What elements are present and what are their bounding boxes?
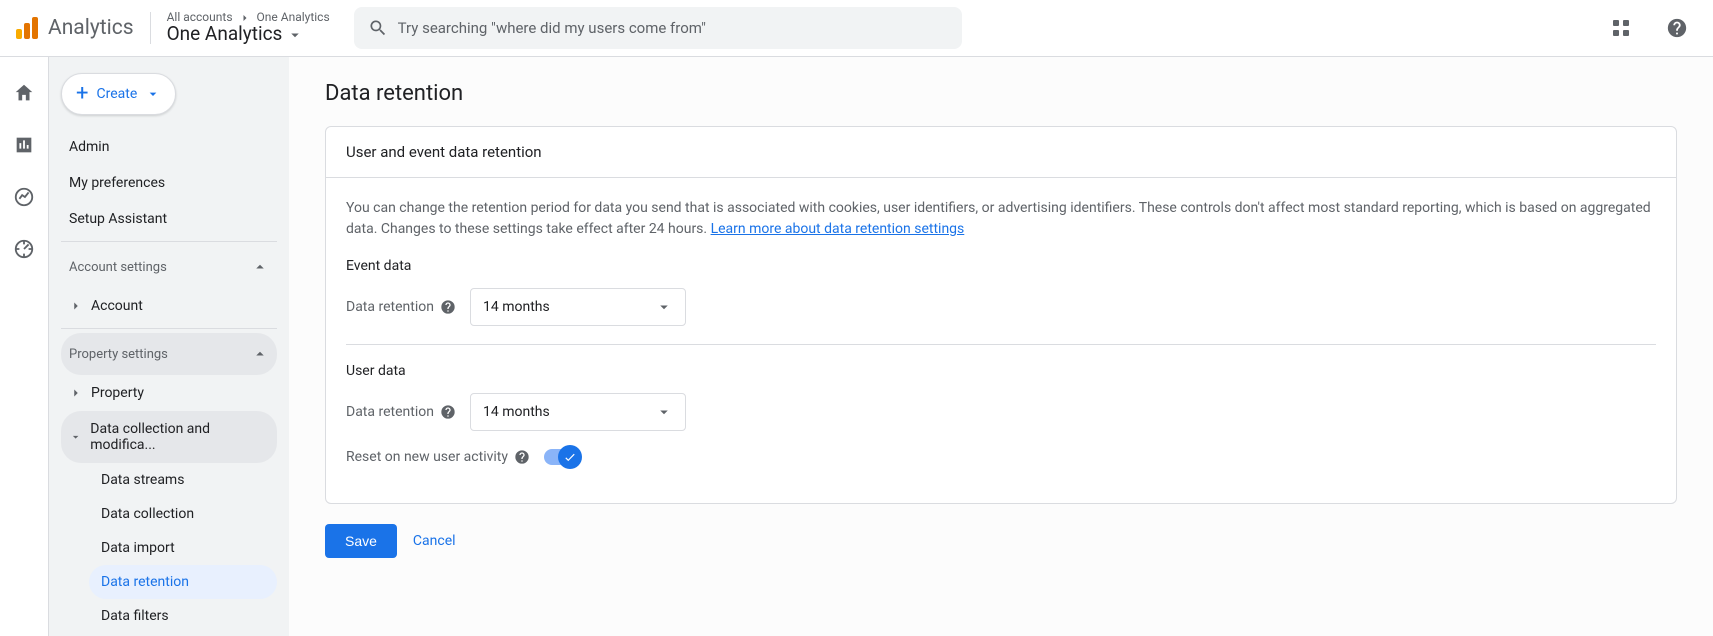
user-retention-select[interactable]: 14 months xyxy=(470,393,686,431)
sidebar-item-admin[interactable]: Admin xyxy=(61,129,277,165)
brand: Analytics xyxy=(16,16,134,40)
left-rail xyxy=(0,57,49,636)
chevron-up-icon xyxy=(251,258,269,276)
home-icon xyxy=(13,82,35,104)
reset-activity-row: Reset on new user activity xyxy=(346,449,1656,465)
sidebar-sub-data-import[interactable]: Data import xyxy=(89,531,277,565)
create-button[interactable]: + Create xyxy=(61,73,176,115)
learn-more-link[interactable]: Learn more about data retention settings xyxy=(711,221,965,237)
save-button[interactable]: Save xyxy=(325,524,397,558)
sidebar-section-account-settings[interactable]: Account settings xyxy=(61,246,277,288)
caret-down-icon xyxy=(655,298,673,316)
rail-advertising[interactable] xyxy=(12,237,36,261)
sidebar-item-label: Data collection and modifica... xyxy=(90,421,269,453)
page-title: Data retention xyxy=(325,81,1677,106)
event-data-section-label: Event data xyxy=(346,258,1656,274)
caret-down-icon xyxy=(69,430,82,444)
description-text: You can change the retention period for … xyxy=(346,200,1651,237)
field-label: Data retention xyxy=(346,404,434,420)
sidebar-item-account[interactable]: Account xyxy=(61,288,277,324)
sidebar-item-property[interactable]: Property xyxy=(61,375,277,411)
reset-activity-toggle[interactable] xyxy=(544,449,578,465)
search-icon xyxy=(368,18,388,38)
admin-sidebar: + Create Admin My preferences Setup Assi… xyxy=(49,57,289,636)
select-value: 14 months xyxy=(483,404,550,420)
caret-down-icon xyxy=(286,26,304,44)
caret-right-icon xyxy=(69,299,83,313)
rail-home[interactable] xyxy=(12,81,36,105)
sidebar-item-data-collection[interactable]: Data collection and modifica... xyxy=(61,411,277,463)
sidebar-item-label: Property xyxy=(91,385,144,401)
user-data-section-label: User data xyxy=(346,363,1656,379)
sidebar-item-setup[interactable]: Setup Assistant xyxy=(61,201,277,237)
rail-explore[interactable] xyxy=(12,185,36,209)
create-label: Create xyxy=(96,86,137,102)
sidebar-item-label: Account xyxy=(91,298,143,314)
target-icon xyxy=(13,238,35,260)
section-label: Account settings xyxy=(69,260,167,275)
section-label: Property settings xyxy=(69,347,168,362)
cancel-button[interactable]: Cancel xyxy=(413,533,456,549)
card-title: User and event data retention xyxy=(326,127,1676,178)
top-bar: Analytics All accounts One Analytics One… xyxy=(0,0,1713,57)
help-icon xyxy=(1666,17,1688,39)
sidebar-sub-data-retention[interactable]: Data retention xyxy=(89,565,277,599)
field-label: Reset on new user activity xyxy=(346,449,508,465)
sidebar-subitems: Data streams Data collection Data import… xyxy=(61,463,277,633)
check-icon xyxy=(563,450,577,464)
event-retention-row: Data retention 14 months xyxy=(346,288,1656,326)
apps-icon xyxy=(1613,20,1629,36)
divider xyxy=(61,328,277,329)
caret-right-icon xyxy=(69,386,83,400)
apps-button[interactable] xyxy=(1601,8,1641,48)
search-placeholder: Try searching "where did my users come f… xyxy=(398,19,706,37)
sidebar-item-preferences[interactable]: My preferences xyxy=(61,165,277,201)
sidebar-section-property-settings[interactable]: Property settings xyxy=(61,333,277,375)
divider xyxy=(346,344,1656,345)
trend-icon xyxy=(13,186,35,208)
sidebar-sub-data-streams[interactable]: Data streams xyxy=(89,463,277,497)
search-input[interactable]: Try searching "where did my users come f… xyxy=(354,7,962,49)
caret-down-icon xyxy=(145,86,161,102)
action-bar: Save Cancel xyxy=(325,524,1677,558)
brand-name: Analytics xyxy=(48,16,134,40)
divider xyxy=(150,12,151,44)
field-label: Data retention xyxy=(346,299,434,315)
sidebar-sub-data-filters[interactable]: Data filters xyxy=(89,599,277,633)
help-icon[interactable] xyxy=(440,404,456,420)
sidebar-sub-data-collection[interactable]: Data collection xyxy=(89,497,277,531)
rail-reports[interactable] xyxy=(12,133,36,157)
retention-card: User and event data retention You can ch… xyxy=(325,126,1677,504)
help-button[interactable] xyxy=(1657,8,1697,48)
caret-down-icon xyxy=(655,403,673,421)
main-content: Data retention User and event data reten… xyxy=(289,57,1713,636)
analytics-logo-icon xyxy=(16,17,38,39)
select-value: 14 months xyxy=(483,299,550,315)
help-icon[interactable] xyxy=(440,299,456,315)
property-title: One Analytics xyxy=(167,24,283,45)
help-icon[interactable] xyxy=(514,449,530,465)
event-retention-select[interactable]: 14 months xyxy=(470,288,686,326)
plus-icon: + xyxy=(76,83,88,105)
divider xyxy=(61,241,277,242)
card-description: You can change the retention period for … xyxy=(346,198,1656,240)
user-retention-row: Data retention 14 months xyxy=(346,393,1656,431)
chevron-up-icon xyxy=(251,345,269,363)
bar-chart-icon xyxy=(13,134,35,156)
property-selector[interactable]: All accounts One Analytics One Analytics xyxy=(167,11,330,45)
